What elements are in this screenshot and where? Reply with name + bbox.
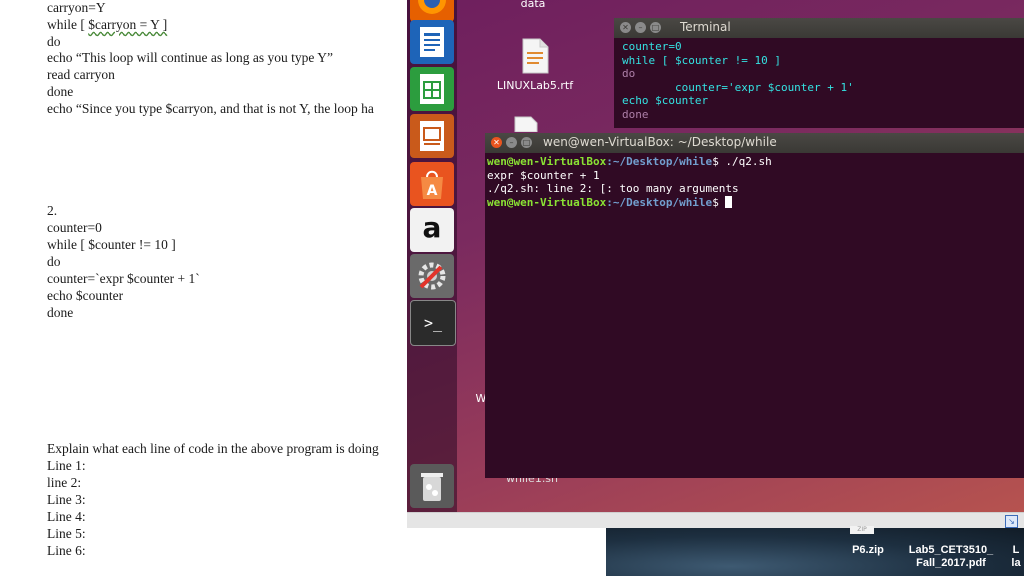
amazon-icon[interactable]: a	[410, 208, 454, 252]
doc-answer-line: line 2:	[47, 475, 82, 490]
terminal-output-line: ./q2.sh: line 2: [: too many arguments	[487, 182, 739, 195]
doc-line: echo $counter	[47, 288, 124, 303]
amazon-letter: a	[422, 210, 442, 244]
terminal-titlebar[interactable]: ✕ – □ wen@wen-VirtualBox: ~/Desktop/whil…	[485, 133, 1024, 153]
terminal-content[interactable]: wen@wen-VirtualBox:~/Desktop/while$ ./q2…	[487, 155, 772, 209]
virtualbox-status-bar: ↘	[407, 512, 1024, 528]
doc-line: carryon=Y	[47, 0, 106, 15]
settings-icon[interactable]	[410, 254, 454, 298]
minimize-icon[interactable]: –	[635, 22, 646, 33]
host-dock: ZIP P6.zip Lab5_CET3510_ Fall_2017.pdf L…	[606, 526, 1024, 576]
desktop-file-linuxlab5[interactable]: LINUXLab5.rtf	[485, 38, 585, 92]
terminal-cursor	[725, 195, 733, 208]
terminal-window-front[interactable]: ✕ – □ wen@wen-VirtualBox: ~/Desktop/whil…	[485, 133, 1024, 478]
terminal-line: while [ $counter != 10 ]	[622, 53, 781, 67]
desktop-label: LINUXLab5.rtf	[496, 79, 574, 92]
host-file-p6zip[interactable]: P6.zip	[838, 544, 898, 557]
doc-line: echo “This loop will continue as long as…	[47, 50, 333, 65]
prompt-symbol: $	[712, 155, 719, 168]
doc-line: read carryon	[47, 67, 115, 82]
minimize-icon[interactable]: –	[506, 137, 517, 148]
terminal-content[interactable]: counter=0 while [ $counter != 10 ] do co…	[622, 40, 854, 121]
terminal-glyph: >_	[423, 314, 443, 332]
desktop-label: data	[520, 0, 546, 10]
doc-line: while [ $counter != 10 ]	[47, 237, 176, 252]
doc-line: do	[47, 34, 61, 49]
terminal-prompt-line: wen@wen-VirtualBox:~/Desktop/while$ ./q2…	[487, 155, 772, 169]
doc-answer-line: Line 4:	[47, 509, 86, 524]
terminal-line: counter=0	[622, 40, 682, 53]
prompt-user: wen@wen-VirtualBox	[487, 155, 607, 168]
doc-answer-line: Line 5:	[47, 526, 86, 541]
doc-question: Explain what each line of code in the ab…	[47, 441, 379, 456]
writer-icon[interactable]	[410, 20, 454, 64]
prompt-symbol: $	[712, 195, 719, 209]
virtualbox-window[interactable]: data LINUXLab5.rtf W while1.sh A a >_ ✕ …	[407, 0, 1024, 528]
prompt-path: :~/Desktop/while	[606, 155, 713, 168]
prompt-user: wen@wen-VirtualBox	[487, 195, 607, 209]
maximize-icon[interactable]: □	[521, 137, 532, 148]
ubuntu-desktop[interactable]: data LINUXLab5.rtf W while1.sh A a >_ ✕ …	[407, 0, 1024, 512]
doc-squiggle: $carryon = Y ]	[88, 17, 168, 32]
terminal-line: do	[622, 67, 636, 80]
terminal-window-back[interactable]: ✕ – □ Terminal counter=0 while [ $counte…	[614, 18, 1024, 128]
terminal-output-line: expr $counter + 1	[487, 168, 600, 182]
terminal-line: counter='expr $counter + 1'	[622, 80, 854, 94]
doc-line: echo “Since you type $carryon, and that …	[47, 101, 374, 116]
prompt-path: :~/Desktop/while	[606, 195, 713, 209]
software-center-icon[interactable]: A	[410, 162, 454, 206]
doc-answer-line: Line 1:	[47, 458, 86, 473]
doc-line: done	[47, 305, 74, 320]
host-key-icon[interactable]: ↘	[1005, 515, 1018, 528]
doc-answer-line: Line 6:	[47, 543, 86, 558]
doc-line: do	[47, 254, 61, 269]
maximize-icon[interactable]: □	[650, 22, 661, 33]
host-file-partial[interactable]: L la	[1008, 544, 1024, 570]
terminal-title: wen@wen-VirtualBox: ~/Desktop/while	[543, 135, 777, 149]
terminal-icon[interactable]: >_	[410, 300, 456, 346]
close-icon[interactable]: ✕	[491, 137, 502, 148]
firefox-icon[interactable]	[410, 0, 454, 22]
desktop-folder-data[interactable]: data	[503, 0, 563, 10]
close-icon[interactable]: ✕	[620, 22, 631, 33]
prompt-command: ./q2.sh	[718, 155, 772, 168]
terminal-title: Terminal	[680, 20, 731, 34]
document-file-icon	[514, 116, 538, 133]
terminal-prompt-line: wen@wen-VirtualBox:~/Desktop/while$	[487, 195, 772, 210]
calc-icon[interactable]	[410, 67, 454, 111]
terminal-line: done	[622, 107, 649, 121]
host-file-lab5[interactable]: Lab5_CET3510_ Fall_2017.pdf	[906, 544, 996, 570]
impress-icon[interactable]	[410, 114, 454, 158]
doc-line: counter=0	[47, 220, 102, 235]
zip-icon[interactable]: ZIP	[850, 526, 874, 534]
unity-launcher: A a >_	[407, 0, 457, 512]
terminal-titlebar[interactable]: ✕ – □ Terminal	[614, 18, 1024, 38]
svg-text:A: A	[427, 183, 438, 199]
terminal-line: echo $counter	[622, 94, 709, 107]
doc-answer-line: Line 3:	[47, 492, 86, 507]
trash-icon[interactable]	[410, 464, 454, 508]
document-file-icon	[522, 38, 549, 74]
doc-number: 2.	[47, 203, 58, 218]
doc-line: counter=`expr $counter + 1`	[47, 271, 200, 286]
doc-line: done	[47, 84, 74, 99]
doc-line: while [ $carryon = Y ]	[47, 17, 168, 32]
